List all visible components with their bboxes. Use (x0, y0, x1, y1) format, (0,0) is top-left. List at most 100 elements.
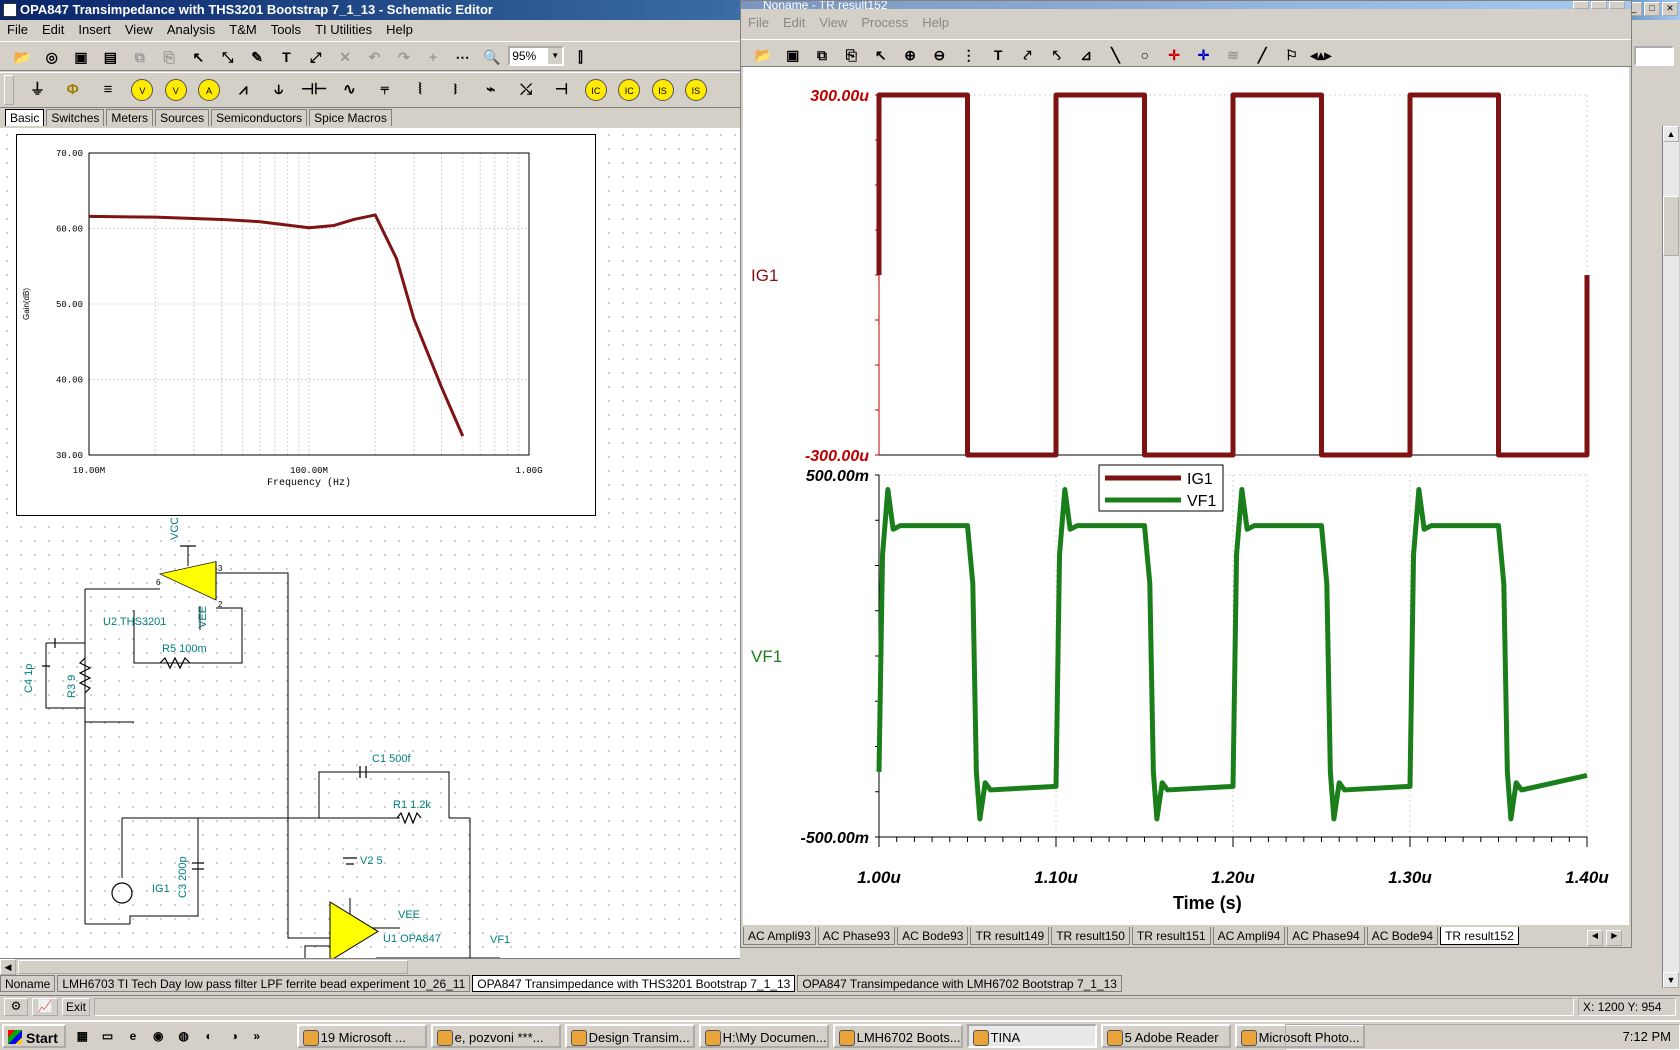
result-menu-edit[interactable]: Edit (776, 13, 812, 33)
u2-opamp[interactable] (158, 561, 217, 601)
grid-icon[interactable]: ⋯ (451, 45, 475, 69)
scroll-up-icon[interactable]: ▲ (1663, 126, 1679, 142)
coupled-inductor-icon[interactable]: ⧘ (440, 75, 470, 105)
transformer-icon[interactable]: ⦚ (405, 75, 435, 105)
pen-icon[interactable]: ✎ (245, 45, 269, 69)
marker2-icon[interactable]: ⤣ (1045, 43, 1069, 67)
waveform-icon[interactable]: ≋ (1221, 43, 1245, 67)
schematic-symbol-icon[interactable]: ⫿ (569, 45, 593, 69)
vertical-scroll-thumb[interactable] (1663, 196, 1679, 256)
main-horizontal-scrollbar[interactable]: ◀ (0, 958, 740, 975)
document-tab[interactable]: OPA847 Transimpedance with THS3201 Boots… (472, 975, 796, 992)
voltage-probe-icon[interactable]: Φ (58, 75, 88, 105)
current-source-icon[interactable]: IS (651, 79, 674, 101)
jumper-icon[interactable]: ⊣ (547, 75, 577, 105)
junction-icon[interactable]: + (421, 45, 445, 69)
cursor-a-icon[interactable]: ✛ (1162, 43, 1186, 67)
component-tab[interactable]: Sources (155, 109, 210, 126)
tab-next-icon[interactable]: ▶ (1606, 930, 1623, 946)
copy-result-icon[interactable]: ⧉ (810, 43, 834, 67)
u1-opamp[interactable] (329, 901, 379, 958)
menu-file[interactable]: File (0, 20, 35, 40)
skype-icon[interactable]: ◍ (175, 1027, 193, 1045)
variable-resistor-icon[interactable]: ⤯ (511, 75, 541, 105)
tab-prev-icon[interactable]: ◀ (1587, 930, 1603, 946)
menu-ti-utilities[interactable]: TI Utilities (308, 20, 379, 40)
redo-icon[interactable]: ↷ (392, 45, 416, 69)
paste-icon[interactable]: ⎘ (157, 45, 181, 69)
battery-icon[interactable]: ≡ (93, 75, 123, 105)
menu-t-m[interactable]: T&M (222, 20, 263, 40)
right-combo[interactable] (1634, 46, 1674, 66)
result-tab[interactable]: TR result152 (1440, 927, 1519, 945)
save-result-icon[interactable]: ▣ (781, 43, 805, 67)
transient-legend[interactable]: IG1VF1 (1098, 464, 1224, 512)
more-quick-launch-icon[interactable]: » (251, 1027, 263, 1045)
resistor-icon[interactable]: ⩘ (228, 75, 258, 105)
result-tab[interactable]: AC Phase94 (1287, 927, 1365, 945)
tina-quick-icon[interactable]: ◉ (149, 1027, 167, 1045)
current-controlled-icon[interactable]: IC (584, 79, 607, 101)
component-tab[interactable]: Meters (106, 109, 154, 126)
close-icon[interactable]: ✕ (1662, 2, 1678, 16)
maximize-icon[interactable]: □ (1644, 2, 1660, 16)
electrolytic-capacitor-icon[interactable]: ⫧ (370, 75, 400, 105)
web-icon[interactable]: ◎ (40, 45, 64, 69)
menu-analysis[interactable]: Analysis (160, 20, 222, 40)
exit-button[interactable]: Exit (62, 998, 90, 1016)
pointer-icon[interactable]: ↖ (186, 45, 210, 69)
cursor-b-icon[interactable]: ✛ (1192, 43, 1216, 67)
result-menu-file[interactable]: File (741, 13, 776, 33)
result-tab[interactable]: TR result149 (970, 927, 1050, 945)
flag-icon[interactable]: ⚐ (1280, 43, 1304, 67)
result-tab[interactable]: TR result151 (1131, 927, 1211, 945)
ie-icon[interactable]: e (124, 1027, 142, 1045)
document-tab[interactable]: LMH6703 TI Tech Day low pass filter LPF … (57, 975, 471, 992)
taskbar-button[interactable]: 5 Adobe Reader (1100, 1024, 1231, 1048)
scroll-left-button[interactable] (4, 75, 14, 105)
open-file-icon[interactable]: 📂 (751, 43, 775, 67)
menu-edit[interactable]: Edit (35, 20, 71, 40)
component-tab[interactable]: Switches (46, 109, 105, 126)
transient-plot-area[interactable]: 300.00u -300.00u IG1 500.00m -500.00m VF1 1.00… (743, 67, 1629, 925)
save-icon[interactable]: ▣ (69, 45, 93, 69)
result-tab[interactable]: AC Ampli94 (1212, 927, 1286, 945)
document-tab[interactable]: OPA847 Transimpedance with LMH6702 Boots… (797, 975, 1122, 992)
schematic-mode-icon[interactable]: ⚙ (4, 998, 28, 1016)
result-tab[interactable]: AC Bode94 (1366, 927, 1439, 945)
taskbar-button[interactable]: TINA (966, 1024, 1097, 1048)
taskbar-button[interactable]: e, pozvoni ***... (430, 1024, 561, 1048)
folder-icon[interactable]: ▤ (98, 45, 122, 69)
result-maximize-icon[interactable] (1591, 1, 1607, 9)
result-tab[interactable]: AC Phase93 (817, 927, 896, 945)
zoom-out-icon[interactable]: ⊖ (927, 43, 951, 67)
desktop-icon[interactable]: ▦ (73, 1027, 91, 1045)
taskbar-button[interactable]: 19 Microsoft ... (296, 1024, 427, 1048)
axis-icon[interactable]: ⊿ (1074, 43, 1098, 67)
voltage-controlled-icon[interactable]: IC (618, 79, 641, 101)
scroll-down-icon[interactable]: ▼ (1663, 972, 1679, 988)
probe-icon[interactable]: ╱ (1250, 43, 1274, 67)
diagonal-text-icon[interactable]: ⤢ (304, 45, 328, 69)
chart-mode-icon[interactable]: 📈 (32, 998, 58, 1016)
wire-icon[interactable]: ⤡ (216, 45, 240, 69)
marker-icon[interactable]: ⤤ (1015, 43, 1039, 67)
voltmeter-icon[interactable]: V (131, 79, 154, 101)
ammeter-icon[interactable]: A (198, 79, 221, 101)
text-icon[interactable]: T (274, 45, 298, 69)
component-tab[interactable]: Spice Macros (309, 109, 392, 126)
taskbar-button[interactable]: LMH6702 Boots... (832, 1024, 963, 1048)
paste-result-icon[interactable]: ⎘ (839, 43, 863, 67)
voltage-source-icon[interactable]: V (164, 79, 187, 101)
switch-icon[interactable]: ⌁ (476, 75, 506, 105)
menu-insert[interactable]: Insert (71, 20, 118, 40)
grid-toggle-icon[interactable]: ⋮ (957, 43, 981, 67)
taskbar-button[interactable]: H:\My Documen... (698, 1024, 829, 1048)
chrome-icon[interactable]: ◑ (225, 1027, 243, 1045)
circle-icon[interactable]: ○ (1133, 43, 1157, 67)
inductor-icon[interactable]: ∿ (334, 75, 364, 105)
menu-view[interactable]: View (118, 20, 160, 40)
document-tab[interactable]: Noname (0, 975, 56, 992)
schematic-canvas[interactable]: 70.00 60.00 50.00 40.00 30.00 10.00M 100.00M 1.… (0, 128, 740, 958)
result-tab[interactable]: AC Ampli93 (743, 927, 816, 945)
